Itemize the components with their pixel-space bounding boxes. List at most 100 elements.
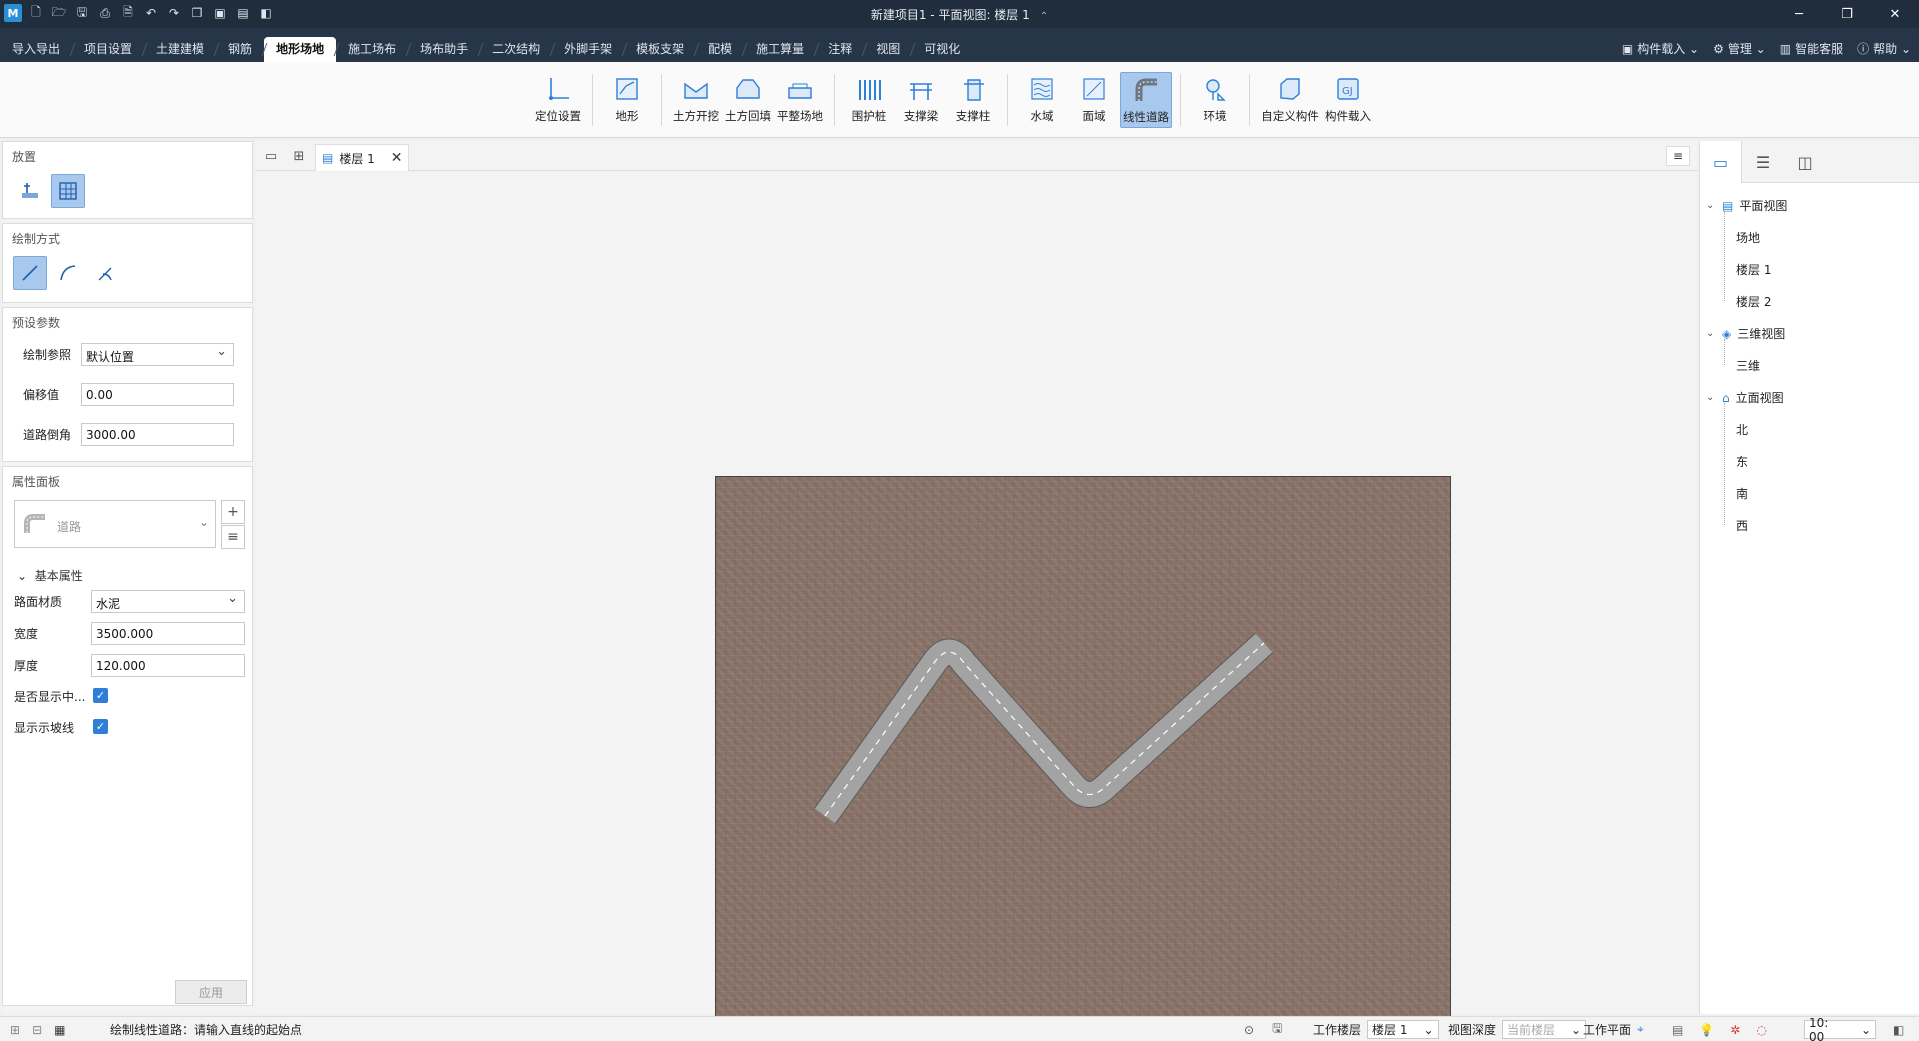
zoom-fit-icon[interactable]: ⊙ <box>1244 1023 1254 1037</box>
close-tab-icon[interactable]: ✕ <box>391 150 403 166</box>
ribbon-button[interactable]: 围护桩 <box>843 72 895 128</box>
ribbon-button[interactable]: 平整场地 <box>774 72 826 128</box>
material-select[interactable]: 水泥 <box>91 589 245 613</box>
sun-off-icon[interactable]: ✲ <box>1730 1023 1740 1037</box>
tree-item-label: 楼层 1 <box>1736 263 1772 277</box>
place-grid-button[interactable] <box>51 174 85 208</box>
offset-label: 偏移值 <box>23 387 60 402</box>
ribbon-button[interactable]: 支撑柱 <box>947 72 999 128</box>
place-point-button[interactable] <box>13 174 47 208</box>
component-load-menu[interactable]: ▣ 构件载入 ⌄ <box>1622 40 1699 57</box>
tree-item[interactable]: 东 <box>1736 453 1748 470</box>
tree-group[interactable]: ⌄ ◈ 三维视图 <box>1706 325 1785 342</box>
edit-type-button[interactable]: ≡ <box>221 525 245 549</box>
tree-item[interactable]: 北 <box>1736 421 1748 438</box>
draw-tangent-arc-button[interactable] <box>89 256 123 290</box>
place-title: 放置 <box>12 150 37 164</box>
tab-visibility[interactable]: ☰ <box>1742 141 1784 183</box>
tree-item[interactable]: 楼层 1 <box>1736 261 1771 278</box>
3d-cube-icon[interactable]: ◧ <box>1893 1023 1904 1037</box>
minimize-icon[interactable]: ─ <box>1775 0 1823 28</box>
close-icon[interactable]: ✕ <box>1871 0 1919 28</box>
thickness-label: 厚度 <box>14 658 39 673</box>
terrain-surface[interactable] <box>715 476 1451 1017</box>
ribbon-button[interactable]: 地形 <box>601 72 653 128</box>
ribbon-button[interactable]: GJ 构件载入 <box>1322 72 1374 128</box>
menu-tab[interactable]: 场布助手 <box>408 37 480 62</box>
tile-view-icon[interactable]: ⊞ <box>291 148 307 164</box>
ribbon-button[interactable]: 支撑梁 <box>895 72 947 128</box>
tree-item[interactable]: 场地 <box>1736 229 1760 246</box>
drawing-canvas[interactable]: › <box>255 172 1698 1017</box>
time-select[interactable]: 10: 00 ⌄ <box>1804 1016 1876 1041</box>
view-depth-select[interactable]: 当前楼层 ⌄ <box>1502 1020 1587 1039</box>
visibility-icon[interactable]: ▤ <box>1672 1023 1683 1037</box>
draw-arc-button[interactable] <box>51 256 85 290</box>
ribbon-button-label: 土方回填 <box>725 109 771 123</box>
menu-tab[interactable]: 可视化 <box>912 37 972 62</box>
width-input[interactable]: 3500.000 <box>91 621 245 645</box>
menu-tab[interactable]: 项目设置 <box>72 37 144 62</box>
tab-views[interactable]: ▭ <box>1700 141 1742 183</box>
title-menu-icon[interactable]: ⌃ <box>1040 11 1048 22</box>
ribbon-button[interactable]: 土方回填 <box>722 72 774 128</box>
ribbon-button[interactable]: 线性道路 <box>1120 72 1172 128</box>
ribbon-button[interactable]: 环境 <box>1189 72 1241 128</box>
light-icon[interactable]: 💡 <box>1699 1023 1714 1037</box>
basic-props-group[interactable]: ⌄ 基本属性 <box>17 567 83 584</box>
tree-group[interactable]: ⌄ ⌂ 立面视图 <box>1706 389 1784 406</box>
ribbon-button-label: 土方开挖 <box>673 109 719 123</box>
thickness-input[interactable]: 120.000 <box>91 653 245 677</box>
single-view-icon[interactable]: ▭ <box>263 148 279 164</box>
menu-tab[interactable]: 二次结构 <box>480 37 552 62</box>
menu-tab[interactable]: 施工场布 <box>336 37 408 62</box>
menu-tab[interactable]: 外脚手架 <box>552 37 624 62</box>
grid-mode-icon[interactable]: ▦ <box>54 1023 65 1037</box>
menu-tab[interactable]: 配模 <box>696 37 744 62</box>
linear-road[interactable] <box>716 477 1451 1017</box>
ribbon-button[interactable]: 面域 <box>1068 72 1120 128</box>
menu-tab[interactable]: 视图 <box>864 37 912 62</box>
component-load-icon: GJ <box>1333 74 1363 104</box>
apply-button[interactable]: 应用 <box>175 980 247 1004</box>
tree-item[interactable]: 楼层 2 <box>1736 293 1771 310</box>
tree-group[interactable]: ⌄ ▤ 平面视图 <box>1706 197 1787 214</box>
menu-tab[interactable]: 施工算量 <box>744 37 816 62</box>
tab-components[interactable]: ◫ <box>1784 141 1826 183</box>
save-view-icon[interactable]: 🖫 <box>1272 1019 1282 1040</box>
shadow-icon[interactable]: ◌ <box>1756 1023 1766 1037</box>
tree-item[interactable]: 西 <box>1736 517 1748 534</box>
ribbon-button-label: 平整场地 <box>777 109 823 123</box>
ribbon-button[interactable]: 自定义构件 <box>1258 72 1322 128</box>
work-floor-select[interactable]: 楼层 1 ⌄ <box>1367 1020 1439 1039</box>
ribbon-button[interactable]: 水域 <box>1016 72 1068 128</box>
ribbon-button[interactable]: 土方开挖 <box>670 72 722 128</box>
help-menu[interactable]: ⓘ 帮助 ⌄ <box>1857 40 1911 57</box>
type-selector[interactable]: 道路 ⌄ <box>14 500 216 548</box>
menu-tab[interactable]: 导入导出 <box>0 37 72 62</box>
add-type-button[interactable]: + <box>221 500 245 524</box>
show-slope-checkbox[interactable]: ✓ <box>93 719 108 734</box>
draw-ref-select[interactable]: 默认位置 <box>81 342 234 366</box>
show-center-checkbox[interactable]: ✓ <box>93 688 108 703</box>
offset-input[interactable]: 0.00 <box>81 382 234 406</box>
tree-item[interactable]: 南 <box>1736 485 1748 502</box>
draw-line-button[interactable] <box>13 256 47 290</box>
ribbon-button[interactable]: 定位设置 <box>532 72 584 128</box>
menu-tab[interactable]: 注释 <box>816 37 864 62</box>
menu-tab[interactable]: 钢筋 <box>216 37 264 62</box>
select-mode-icon[interactable]: ⊞ <box>10 1023 20 1037</box>
tree-item[interactable]: 三维 <box>1736 357 1760 374</box>
menu-tab[interactable]: 地形场地 <box>264 37 337 62</box>
smart-service-menu[interactable]: ▥ 智能客服 <box>1780 40 1843 57</box>
chamfer-input[interactable]: 3000.00 <box>81 422 234 446</box>
snap-mode-icon[interactable]: ⊟ <box>32 1023 42 1037</box>
view-menu-icon[interactable]: ≡ <box>1666 146 1690 166</box>
work-plane-icon[interactable]: ⌖ <box>1637 1022 1644 1037</box>
tab-floor-1[interactable]: ▤ 楼层 1 ✕ <box>315 144 409 171</box>
help-icon: ⓘ <box>1857 42 1870 56</box>
menu-tab[interactable]: 土建建模 <box>144 37 216 62</box>
manage-menu[interactable]: ⚙ 管理 ⌄ <box>1713 40 1766 57</box>
restore-icon[interactable]: ❐ <box>1823 0 1871 28</box>
menu-tab[interactable]: 模板支架 <box>624 37 696 62</box>
